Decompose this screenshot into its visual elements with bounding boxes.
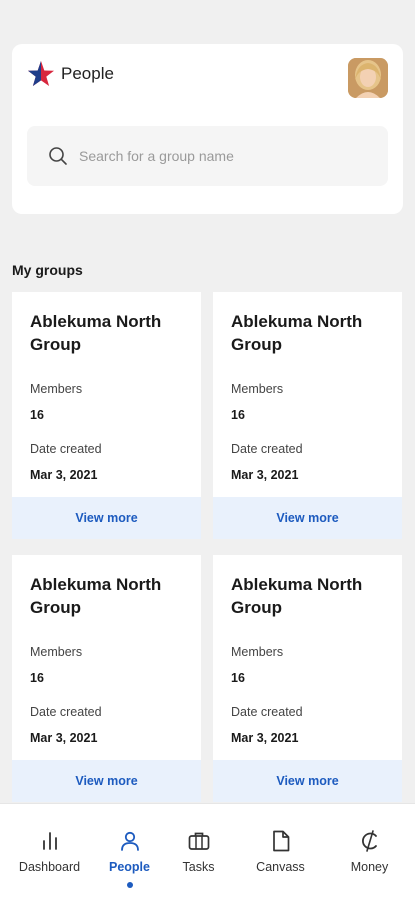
view-more-button[interactable]: View more (12, 497, 201, 539)
nav-item-money[interactable]: Money (328, 804, 411, 900)
nav-item-canvass[interactable]: Canvass (239, 804, 322, 900)
members-label: Members (231, 645, 284, 659)
search-bar[interactable] (27, 126, 388, 186)
group-name: Ablekuma North Group (231, 312, 363, 354)
group-name: Ablekuma North Group (30, 575, 162, 617)
members-label: Members (30, 382, 83, 396)
date-created-value: Mar 3, 2021 (30, 731, 98, 745)
nav-label: Money (350, 860, 389, 874)
date-created-value: Mar 3, 2021 (30, 468, 98, 482)
nav-label: Tasks (182, 860, 215, 874)
members-label: Members (231, 382, 284, 396)
group-name: Ablekuma North Group (30, 312, 162, 354)
view-more-button[interactable]: View more (12, 760, 201, 802)
star-logo-icon (28, 61, 54, 86)
group-card: Ablekuma North Group Members 16 Date cre… (12, 555, 201, 802)
nav-item-tasks[interactable]: Tasks (157, 804, 240, 900)
date-created-value: Mar 3, 2021 (231, 731, 299, 745)
date-created-label: Date created (231, 705, 303, 719)
members-count: 16 (231, 671, 245, 685)
user-avatar[interactable] (348, 58, 388, 98)
group-name: Ablekuma North Group (231, 575, 363, 617)
view-more-button[interactable]: View more (213, 760, 402, 802)
nav-item-dashboard[interactable]: Dashboard (8, 804, 91, 900)
date-created-value: Mar 3, 2021 (231, 468, 299, 482)
group-card: Ablekuma North Group Members 16 Date cre… (213, 555, 402, 802)
bar-chart-icon (42, 832, 57, 850)
search-icon (49, 147, 67, 165)
view-more-button[interactable]: View more (213, 497, 402, 539)
nav-label: Dashboard (18, 860, 81, 874)
group-card: Ablekuma North Group Members 16 Date cre… (12, 292, 201, 539)
briefcase-icon (188, 832, 209, 850)
bottom-nav: Dashboard People Tasks Canvass Money (0, 803, 415, 900)
members-count: 16 (30, 671, 44, 685)
group-card: Ablekuma North Group Members 16 Date cre… (213, 292, 402, 539)
user-avatar-image (348, 58, 388, 98)
date-created-label: Date created (30, 705, 102, 719)
nav-label: Canvass (256, 860, 305, 874)
active-indicator-dot (126, 882, 133, 888)
page-title: People (61, 64, 114, 83)
date-created-label: Date created (231, 442, 303, 456)
person-icon (120, 831, 139, 851)
search-input[interactable] (79, 144, 369, 168)
members-count: 16 (231, 408, 245, 422)
document-icon (272, 830, 289, 852)
members-label: Members (30, 645, 83, 659)
cedi-icon (361, 830, 377, 852)
date-created-label: Date created (30, 442, 102, 456)
members-count: 16 (30, 408, 44, 422)
section-title-my-groups: My groups (12, 262, 83, 278)
